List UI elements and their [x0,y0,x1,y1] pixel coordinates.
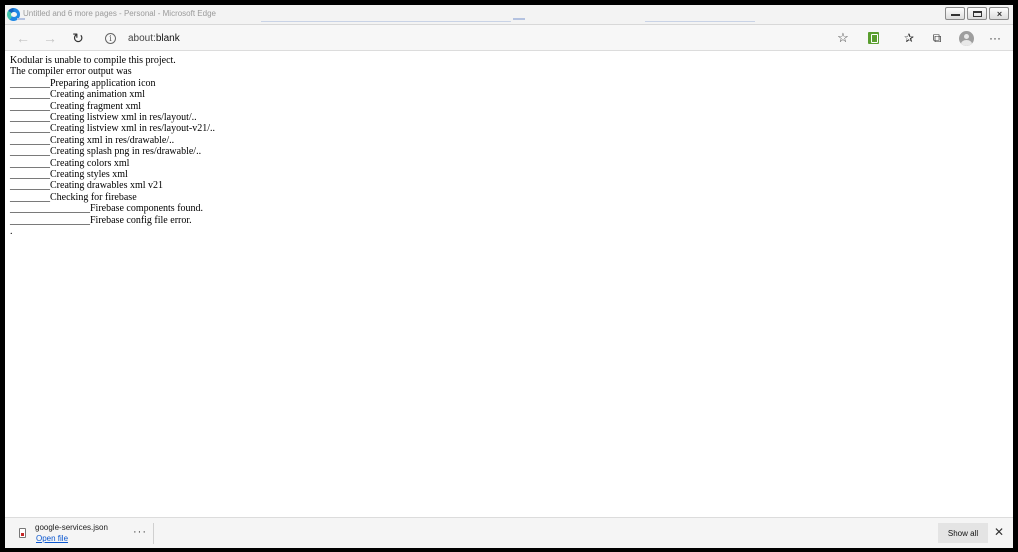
star-icon: ☆ [837,30,849,45]
close-icon: × [996,9,1003,19]
error-line: ________Creating animation xml [10,89,145,101]
settings-menu-button[interactable]: ··· [984,28,1006,48]
back-arrow-icon: ← [16,30,30,46]
browser-window: Untitled and 6 more pages - Personal - M… [5,5,1013,548]
error-line: ________Creating xml in res/drawable/.. [10,134,175,146]
error-line: ________Creating fragment xml [10,100,142,112]
restore-icon [973,11,982,17]
more-menu-icon: ··· [989,31,1001,45]
show-all-button[interactable]: Show all [938,523,988,543]
favorite-button[interactable]: ☆ [832,28,854,48]
tab-strip[interactable] [645,21,755,22]
error-line: ________Creating splash png in res/drawa… [10,146,202,158]
close-window-button[interactable]: × [989,7,1009,20]
restore-button[interactable] [967,7,987,20]
url-host: blank [155,32,180,44]
download-more-button[interactable]: ··· [133,526,147,538]
profile-button[interactable] [955,28,977,48]
profile-avatar-icon [958,30,974,46]
extension-icon [867,32,879,44]
extension-button[interactable] [862,28,884,48]
tab-strip[interactable] [261,21,511,22]
refresh-icon: ↻ [72,29,84,46]
close-download-bar-button[interactable]: ✕ [994,525,1004,539]
minimize-button[interactable] [945,7,965,20]
error-line: ________________Firebase components foun… [10,203,204,215]
error-line: ________Creating styles xml [10,169,128,181]
error-line: ________Creating drawables xml v21 [10,180,164,192]
browser-toolbar: ← → ↻ i about:blank ☆ ✰ ⧉ ··· [5,25,1013,51]
file-icon [19,528,26,538]
error-line: ________Creating listview xml in res/lay… [10,123,215,135]
error-line: ________Creating colors xml [10,157,130,169]
favorites-button[interactable]: ✰ [898,28,920,48]
error-line: ________Preparing application icon [10,77,156,89]
favorites-list-icon: ✰ [903,31,915,45]
download-file-name[interactable]: google-services.json [35,523,108,532]
error-line: ________Checking for firebase [10,191,137,203]
collections-button[interactable]: ⧉ [926,28,948,48]
tab-indicator[interactable] [513,18,525,20]
tab-indicator[interactable] [17,18,25,20]
window-title: Untitled and 6 more pages - Personal - M… [23,9,216,18]
error-line: . [10,226,13,238]
refresh-button[interactable]: ↻ [67,28,89,48]
error-line: The compiler error output was [10,66,132,78]
url-scheme: about: [128,32,156,44]
info-icon[interactable]: i [105,32,116,44]
error-line: Kodular is unable to compile this projec… [10,55,176,66]
forward-arrow-icon: → [43,30,57,46]
download-divider [153,523,154,544]
error-line: ________Creating listview xml in res/lay… [10,112,197,124]
page-content: Kodular is unable to compile this projec… [5,52,1013,518]
minimize-icon [951,11,960,16]
error-line: ________________Firebase config file err… [10,214,192,226]
forward-button[interactable]: → [39,28,61,48]
collections-icon: ⧉ [932,30,942,45]
title-bar: Untitled and 6 more pages - Personal - M… [5,5,1013,25]
open-file-link[interactable]: Open file [36,534,68,543]
address-bar[interactable]: i about:blank [99,28,859,48]
url-text[interactable]: about:blank [128,33,180,44]
download-bar: google-services.json Open file ··· Show … [5,517,1013,548]
window-controls: × [945,7,1009,20]
back-button[interactable]: ← [12,28,34,48]
